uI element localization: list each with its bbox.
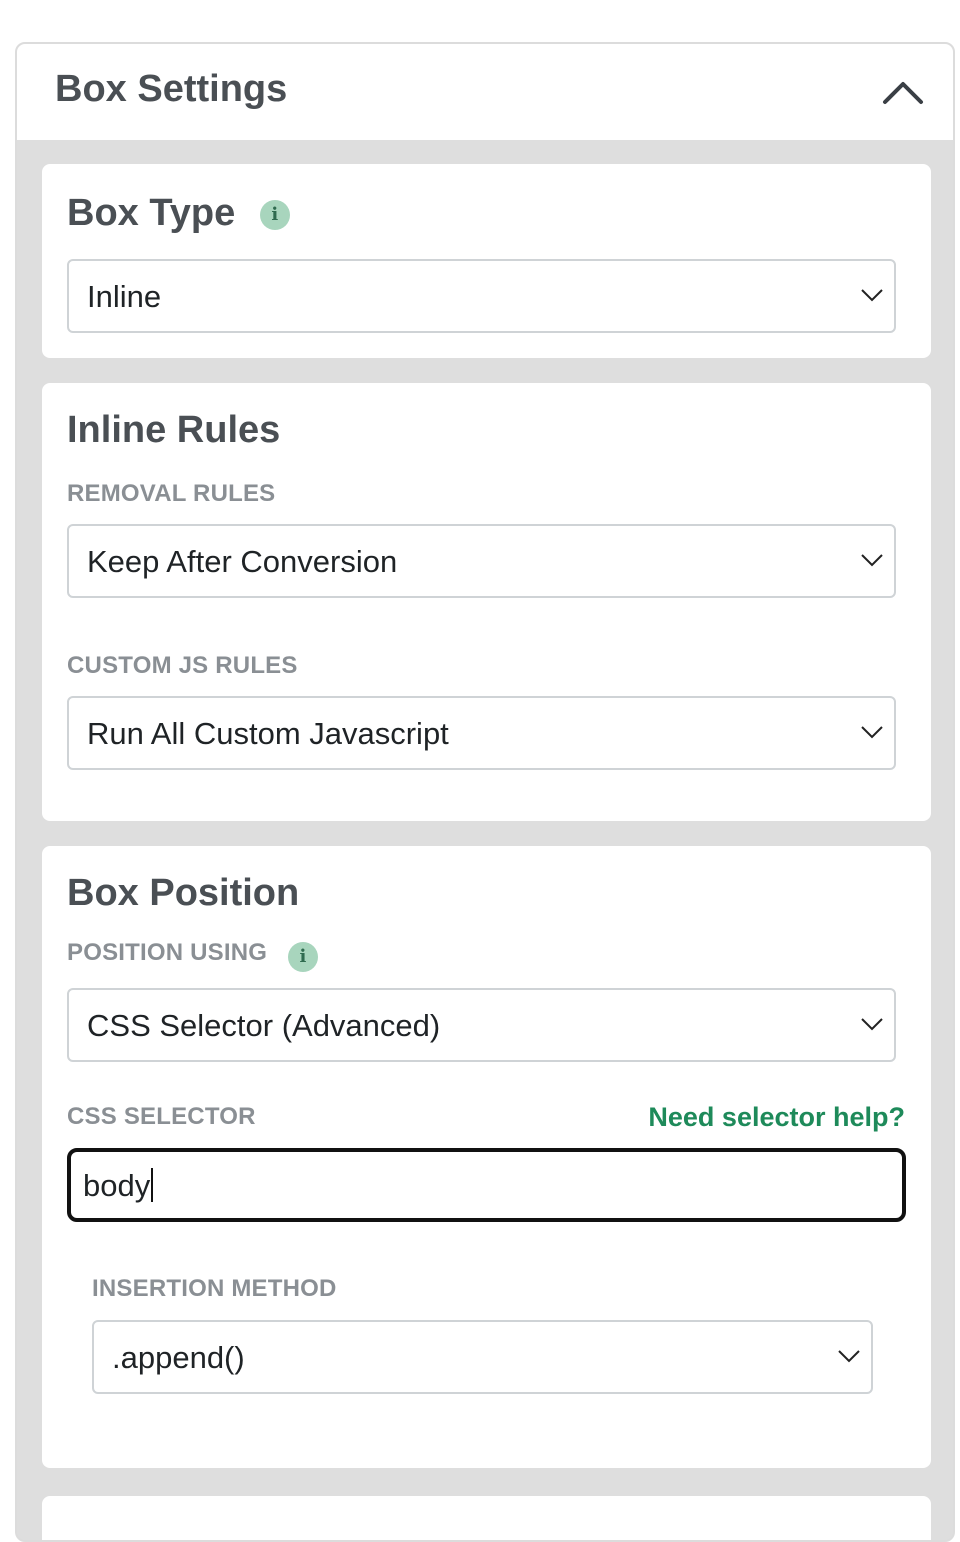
box-type-card: Box Type i Inline <box>42 164 931 358</box>
chevron-down-icon <box>861 289 883 302</box>
chevron-down-icon <box>838 1350 860 1363</box>
next-card <box>42 1496 931 1540</box>
chevron-down-icon <box>861 1018 883 1031</box>
css-selector-input-value: body <box>83 1168 154 1204</box>
box-settings-panel: Box Settings Box Type i Inline Inline Ru… <box>15 42 955 1542</box>
box-position-card: Box Position POSITION USING i CSS Select… <box>42 846 931 1468</box>
info-icon[interactable]: i <box>288 942 319 972</box>
custom-js-rules-select-value: Run All Custom Javascript <box>87 716 449 751</box>
insertion-method-select[interactable]: .append() <box>92 1320 873 1394</box>
box-type-title: Box Type i <box>67 192 290 235</box>
removal-rules-label: REMOVAL RULES <box>67 480 276 507</box>
css-selector-input[interactable]: body <box>67 1148 906 1222</box>
box-type-select[interactable]: Inline <box>67 259 896 333</box>
chevron-down-icon <box>861 554 883 567</box>
position-using-label-text: POSITION USING <box>67 939 268 966</box>
chevron-down-icon <box>861 726 883 739</box>
chevron-up-icon[interactable] <box>881 72 925 112</box>
box-type-select-value: Inline <box>87 279 162 314</box>
custom-js-rules-select[interactable]: Run All Custom Javascript <box>67 696 896 770</box>
insertion-method-select-value: .append() <box>112 1340 245 1375</box>
selector-help-link[interactable]: Need selector help? <box>648 1102 905 1133</box>
css-selector-label: CSS SELECTOR <box>67 1103 256 1130</box>
removal-rules-select[interactable]: Keep After Conversion <box>67 524 896 598</box>
custom-js-rules-label: CUSTOM JS RULES <box>67 652 298 679</box>
position-using-select[interactable]: CSS Selector (Advanced) <box>67 988 896 1062</box>
text-caret <box>151 1168 154 1202</box>
box-position-title: Box Position <box>67 872 300 914</box>
removal-rules-select-value: Keep After Conversion <box>87 544 398 579</box>
inline-rules-card: Inline Rules REMOVAL RULES Keep After Co… <box>42 383 931 821</box>
insertion-method-label: INSERTION METHOD <box>92 1275 337 1302</box>
info-icon[interactable]: i <box>259 199 290 230</box>
position-using-label: POSITION USING i <box>67 939 319 972</box>
panel-title: Box Settings <box>55 68 288 110</box>
css-selector-text: body <box>83 1168 151 1203</box>
position-using-select-value: CSS Selector (Advanced) <box>87 1008 441 1043</box>
panel-header[interactable]: Box Settings <box>17 44 953 140</box>
inline-rules-title: Inline Rules <box>67 409 281 451</box>
box-type-title-text: Box Type <box>67 192 236 234</box>
